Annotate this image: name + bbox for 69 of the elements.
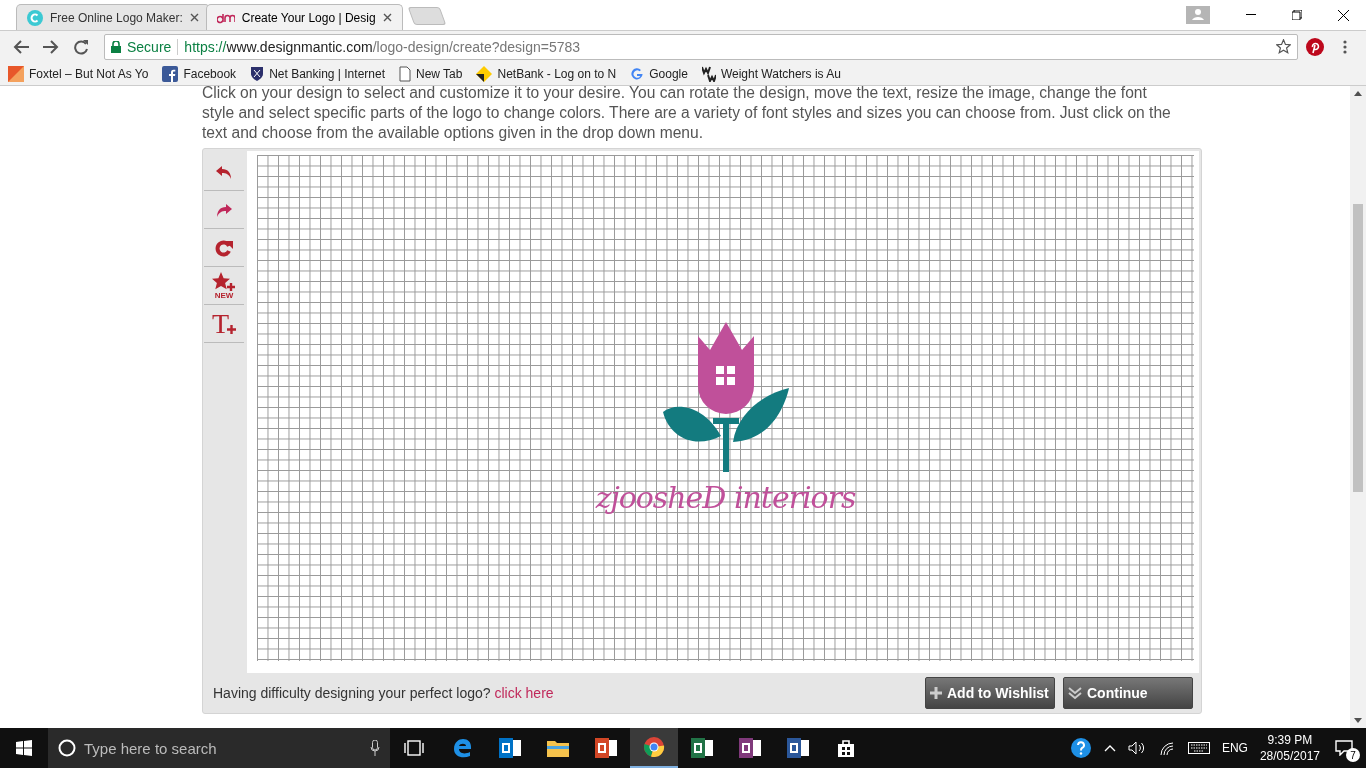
close-icon[interactable] [1337,9,1349,21]
bookmark[interactable]: Net Banking | Internet [250,65,385,82]
double-w-icon [701,65,716,82]
speaker-icon[interactable] [1127,741,1146,755]
circle-icon [58,739,76,757]
page-icon [399,65,411,82]
keyboard-icon[interactable] [1187,742,1210,754]
office-app-icon [499,738,521,758]
bookmark[interactable]: Facebook [162,65,237,82]
bookmark[interactable]: Google [630,66,688,81]
double-chevron-icon [1068,686,1082,700]
google-icon [630,66,645,81]
help-text: Having difficulty designing your perfect logo? click here [213,685,555,701]
close-icon[interactable] [189,13,199,22]
plus-icon [930,687,942,699]
microphone-icon[interactable] [370,740,380,756]
office-app-icon [595,738,617,758]
click-here-link[interactable]: click here [494,685,554,701]
reload-icon[interactable] [73,38,89,55]
browser-e-icon [451,737,473,759]
close-icon[interactable] [382,13,392,22]
plus-icon [227,325,237,334]
site-logo-icon [216,11,235,24]
shield-icon [250,65,265,82]
back-arrow-icon[interactable] [13,39,29,54]
address-bar[interactable]: Secure https://www.designmantic.com/logo-design/create?design=5783 [104,33,1298,60]
scroll-down-icon[interactable] [1354,718,1362,724]
secure-label: Secure [127,38,172,55]
minimize-icon[interactable] [1246,14,1256,16]
search-field[interactable]: Type here to search [48,728,390,768]
bookmark[interactable]: New Tab [399,65,463,82]
browser-tab[interactable]: Create Your Logo | Desig [205,4,403,30]
wifi-icon[interactable] [1157,741,1176,755]
menu-icon[interactable] [1343,39,1347,54]
scroll-up-icon[interactable] [1354,90,1362,96]
clock[interactable]: 9:39 PM 28/05/2017 [1259,732,1320,764]
chrome-icon [643,736,665,758]
help-icon[interactable] [1069,737,1092,759]
shopping-bag-icon [836,738,856,758]
forward-arrow-icon[interactable] [43,39,59,54]
new-symbol-button[interactable]: NEW [204,267,244,305]
url-text: https://www.designmantic.com/logo-design/create?design=5783 [184,38,582,55]
office-app-icon [739,738,761,758]
circle-logo-icon [27,9,43,26]
square-logo-icon [8,65,24,82]
language-indicator[interactable]: ENG [1221,741,1248,755]
task-view-icon [404,740,424,756]
add-to-wishlist-button[interactable]: Add to Wishlist [925,677,1055,709]
continue-button[interactable]: Continue [1063,677,1193,709]
add-text-button[interactable]: T [204,305,244,343]
folder-icon [547,739,569,757]
caret-up-icon[interactable] [1103,744,1116,752]
diamond-icon [476,65,493,82]
scrollbar[interactable] [1350,86,1366,728]
restore-icon[interactable] [1292,10,1302,20]
bookmark[interactable]: Foxtel – But Not As Yo [8,65,149,82]
star-icon[interactable] [1276,39,1291,54]
instructions-text: Click on your design to select and customize it to your desire. You can rotate the design, move the text, resize the image, change the font style and select specific parts of the logo to change colors. There are a variety of font styles and sizes you can choose from. Just click on the text and choose from the available options given in the drop down menu. [202,83,1172,143]
star-plus-icon [212,271,236,292]
office-app-icon [787,738,809,758]
office-app-icon [691,738,713,758]
pinterest-icon[interactable] [1306,37,1324,56]
padlock-icon [111,40,121,53]
rotate-arrow-icon [214,237,234,258]
bookmark[interactable]: NetBank - Log on to N [476,65,617,82]
windows-logo-icon[interactable] [16,740,32,756]
taskbar-app[interactable] [630,728,678,768]
bookmark[interactable]: Weight Watchers is Au [701,65,841,82]
facebook-icon [162,65,179,82]
